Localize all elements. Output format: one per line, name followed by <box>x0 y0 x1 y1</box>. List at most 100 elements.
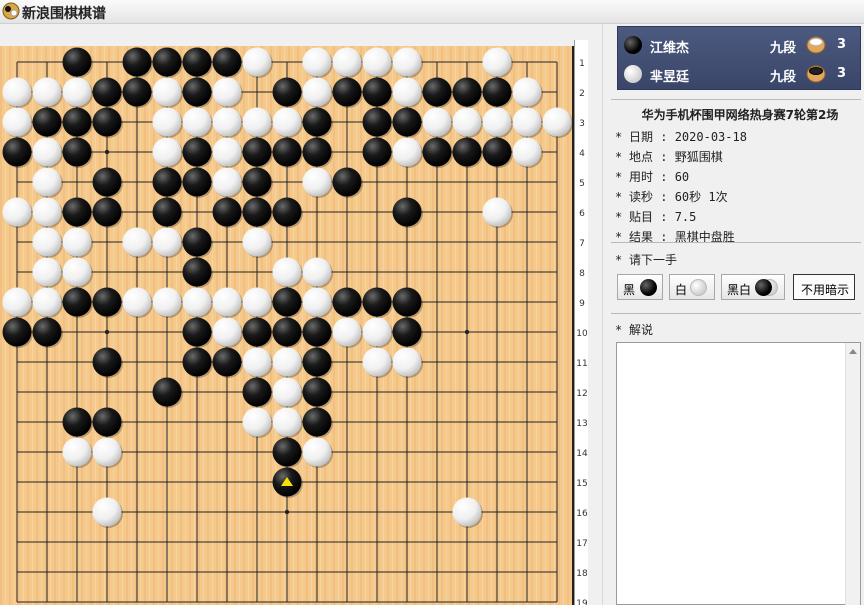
player-white-name: 芈昱廷 <box>650 70 690 85</box>
white-stone-body <box>32 287 62 317</box>
black-stone-body <box>62 47 92 77</box>
black-stone-body <box>152 197 182 227</box>
black-stone-body <box>362 77 392 107</box>
black-stone-body <box>452 137 482 167</box>
black-stone-body <box>2 137 32 167</box>
black-play-button[interactable]: 黑 <box>617 274 663 300</box>
black-stone-body <box>2 317 32 347</box>
white-stone-body <box>62 437 92 467</box>
white-stone-body <box>242 107 272 137</box>
black-stone-body <box>302 377 332 407</box>
black-stone-body <box>242 167 272 197</box>
black-stone-body <box>242 377 272 407</box>
commentary-label: * 解说 <box>615 323 654 337</box>
black-stone-body <box>272 197 302 227</box>
white-stone-body <box>332 47 362 77</box>
white-stone-body <box>272 407 302 437</box>
player-black-captures: 3 <box>837 37 847 52</box>
black-stone-body <box>212 197 242 227</box>
player-black-rank: 九段 <box>770 41 797 56</box>
white-stone-body <box>152 107 182 137</box>
black-stone-body <box>302 407 332 437</box>
row-label: 2 <box>579 89 585 99</box>
row-label: 17 <box>576 539 587 549</box>
black-stone-icon <box>755 279 772 296</box>
black-stone-body <box>272 437 302 467</box>
black-stone-body <box>182 167 212 197</box>
board-canvas[interactable] <box>0 46 574 605</box>
black-stone-body <box>92 167 122 197</box>
black-stone-body <box>242 137 272 167</box>
black-stone-body <box>122 77 152 107</box>
black-stone-body <box>392 317 422 347</box>
white-stone-body <box>2 287 32 317</box>
white-stone-body <box>362 47 392 77</box>
white-stone-body <box>392 47 422 77</box>
white-stone-body <box>92 497 122 527</box>
black-stone-body <box>92 407 122 437</box>
scroll-up-icon[interactable] <box>849 349 857 354</box>
black-stone-body <box>242 317 272 347</box>
info-komi: * 贴目 : 7.5 <box>615 210 697 224</box>
white-stone-body <box>422 107 452 137</box>
black-stone-body <box>182 317 212 347</box>
black-stone-icon <box>640 279 657 296</box>
player-white-row: 芈昱廷 九段 3 <box>618 60 862 88</box>
info-date: * 日期 : 2020-03-18 <box>615 130 747 144</box>
white-stone-icon <box>690 279 707 296</box>
go-board[interactable] <box>0 46 574 605</box>
row-label: 18 <box>576 569 588 579</box>
black-stone-body <box>62 137 92 167</box>
black-stone-body <box>332 77 362 107</box>
white-stone-body <box>392 137 422 167</box>
white-stone-body <box>362 347 392 377</box>
row-label: 16 <box>576 509 588 519</box>
black-white-play-button[interactable]: 黑白 <box>721 274 785 300</box>
black-stone-body <box>212 47 242 77</box>
row-label: 10 <box>576 329 588 339</box>
black-stone-body <box>92 347 122 377</box>
white-stone-body <box>242 407 272 437</box>
player-black-row: 江维杰 九段 3 <box>618 31 862 59</box>
commentary-scrollbar[interactable] <box>845 343 860 605</box>
black-stone-body <box>62 407 92 437</box>
white-stone-body <box>392 347 422 377</box>
app-logo-icon <box>2 2 20 20</box>
board-area <box>0 40 584 605</box>
row-label: 1 <box>579 59 585 69</box>
player-white-rank: 九段 <box>770 70 797 85</box>
white-stone-body <box>2 197 32 227</box>
white-stone-body <box>212 77 242 107</box>
white-stone-body <box>182 287 212 317</box>
black-stone-body <box>242 197 272 227</box>
row-label: 11 <box>576 359 587 369</box>
captures-bowl-icon <box>806 36 826 54</box>
player-box: 江维杰 九段 3 芈昱廷 九段 3 <box>617 26 861 90</box>
white-stone-body <box>242 287 272 317</box>
white-play-button[interactable]: 白 <box>669 274 715 300</box>
commentary-textarea[interactable] <box>616 342 861 605</box>
black-stone-body <box>182 257 212 287</box>
white-stone-body <box>242 47 272 77</box>
black-stone-body <box>392 287 422 317</box>
white-stone-body <box>302 77 332 107</box>
white-stone-body <box>512 77 542 107</box>
black-stone-body <box>362 287 392 317</box>
black-stone-body <box>62 107 92 137</box>
black-stone-body <box>92 107 122 137</box>
black-stone-body <box>272 77 302 107</box>
row-label: 4 <box>579 149 585 159</box>
white-stone-body <box>32 167 62 197</box>
row-coordinate-labels: 12345678910111213141516171819 <box>576 59 588 605</box>
black-stone-body <box>332 167 362 197</box>
black-stone-body <box>92 197 122 227</box>
white-stone-body <box>212 137 242 167</box>
white-stone-body <box>212 107 242 137</box>
black-stone-body <box>92 77 122 107</box>
player-white-captures: 3 <box>837 66 847 81</box>
black-stone-body <box>272 317 302 347</box>
white-stone-body <box>272 347 302 377</box>
black-stone-body <box>482 77 512 107</box>
black-stone-body <box>182 47 212 77</box>
no-hint-button[interactable]: 不用暗示 <box>793 274 855 300</box>
